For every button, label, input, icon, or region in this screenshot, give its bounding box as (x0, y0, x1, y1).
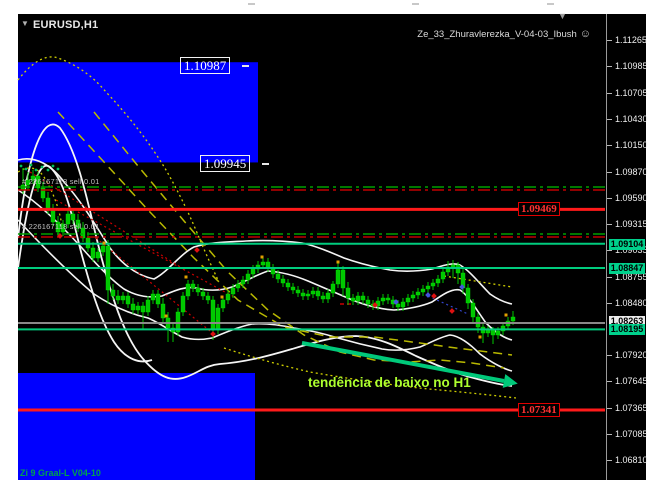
range-bottom-price-label[interactable]: 1.09945 (200, 155, 250, 172)
axis-tick-mark (607, 145, 612, 146)
axis-tick-mark (607, 460, 612, 461)
signal-marker-icon (337, 261, 340, 264)
trade-label: # 226167113 sell 0.01 (22, 177, 99, 186)
signal-dot-icon (52, 165, 55, 168)
signal-marker-icon (261, 256, 264, 259)
axis-price-label: 1.06810 (615, 455, 648, 465)
signal-marker-icon (103, 242, 106, 245)
indicator-watermark: Zi 9 Graal-L V04-10 (20, 468, 101, 478)
signal-dot-icon (57, 168, 60, 171)
symbol-dropdown-icon: ▼ (21, 19, 29, 28)
axis-price-label: 1.09870 (615, 167, 648, 177)
axis-tick-mark (607, 119, 612, 120)
signal-dot-icon (47, 169, 50, 172)
indicator-name-text: Ze_33_Zhuravlerezka_V-04-03_Ibush (417, 29, 577, 40)
smiley-icon: ☺ (580, 28, 591, 40)
axis-tick-mark (607, 355, 612, 356)
axis-tick-mark (607, 277, 612, 278)
signal-dot-icon (35, 169, 38, 172)
signal-dot-icon (20, 165, 23, 168)
bb-lower-curve (18, 220, 512, 371)
indicator-name-label: Ze_33_Zhuravlerezka_V-04-03_Ibush☺ (417, 28, 591, 40)
axis-level-price-tag: 1.08847 (609, 263, 645, 274)
trade-label: # 226167118 sell 0.01 (22, 222, 99, 231)
buy-marker-icon (425, 292, 431, 298)
axis-price-label: 1.07920 (615, 350, 648, 360)
axis-price-label: 1.07365 (615, 403, 648, 413)
axis-price-label: 1.10985 (615, 61, 648, 71)
signal-marker-icon (185, 276, 188, 279)
range-bottom-tick (262, 163, 269, 165)
axis-price-label: 1.08480 (615, 298, 648, 308)
mt4-chart-window: ▼ EURUSD,H1 Ze_33_Zhuravlerezka_V-04-03_… (0, 0, 651, 488)
wide-band-inner-curve (18, 166, 152, 362)
resistance-price-label[interactable]: 1.09469 (518, 202, 560, 216)
bottom-rectangle[interactable] (18, 373, 255, 480)
signal-marker-icon (165, 315, 168, 318)
axis-tick-mark (607, 40, 612, 41)
axis-tick-mark (607, 303, 612, 304)
signal-marker-icon (221, 296, 224, 299)
axis-tick-mark (607, 198, 612, 199)
axis-level-price-tag: 1.08195 (609, 324, 645, 335)
axis-price-label: 1.11265 (615, 35, 647, 45)
sell-marker-icon (449, 308, 455, 314)
axis-tick-mark (607, 93, 612, 94)
range-top-price-label[interactable]: 1.10987 (180, 57, 230, 74)
price-axis-separator (606, 14, 607, 480)
signal-marker-icon (505, 314, 508, 317)
trend-annotation-text[interactable]: tendência de baixo no H1 (308, 375, 471, 390)
axis-tick-mark (607, 434, 612, 435)
axis-tick-mark (607, 408, 612, 409)
chart-shift-marker-icon[interactable]: ▼ (558, 11, 567, 21)
sell-marker-icon (431, 293, 437, 299)
range-rectangle[interactable] (18, 62, 258, 162)
axis-price-label: 1.10430 (615, 114, 648, 124)
support-price-label[interactable]: 1.07341 (518, 403, 560, 417)
symbol-timeframe-label: EURUSD,H1 (33, 19, 98, 31)
axis-price-label: 1.09590 (615, 193, 648, 203)
axis-tick-mark (607, 172, 612, 173)
axis-price-label: 1.10705 (615, 88, 648, 98)
signal-dot-icon (41, 166, 44, 169)
axis-price-label: 1.07085 (615, 429, 648, 439)
signal-marker-icon (479, 336, 482, 339)
axis-price-label: 1.10150 (615, 140, 648, 150)
signal-dot-icon (25, 168, 28, 171)
signal-dot-icon (30, 164, 33, 167)
axis-level-price-tag: 1.09104 (609, 239, 645, 250)
axis-price-label: 1.09315 (615, 219, 648, 229)
axis-tick-mark (607, 250, 612, 251)
axis-tick-mark (607, 381, 612, 382)
axis-tick-mark (607, 66, 612, 67)
range-top-tick (242, 65, 249, 67)
axis-price-label: 1.07645 (615, 376, 648, 386)
sell-marker-icon (194, 247, 200, 253)
axis-tick-mark (607, 224, 612, 225)
candles (21, 168, 515, 344)
